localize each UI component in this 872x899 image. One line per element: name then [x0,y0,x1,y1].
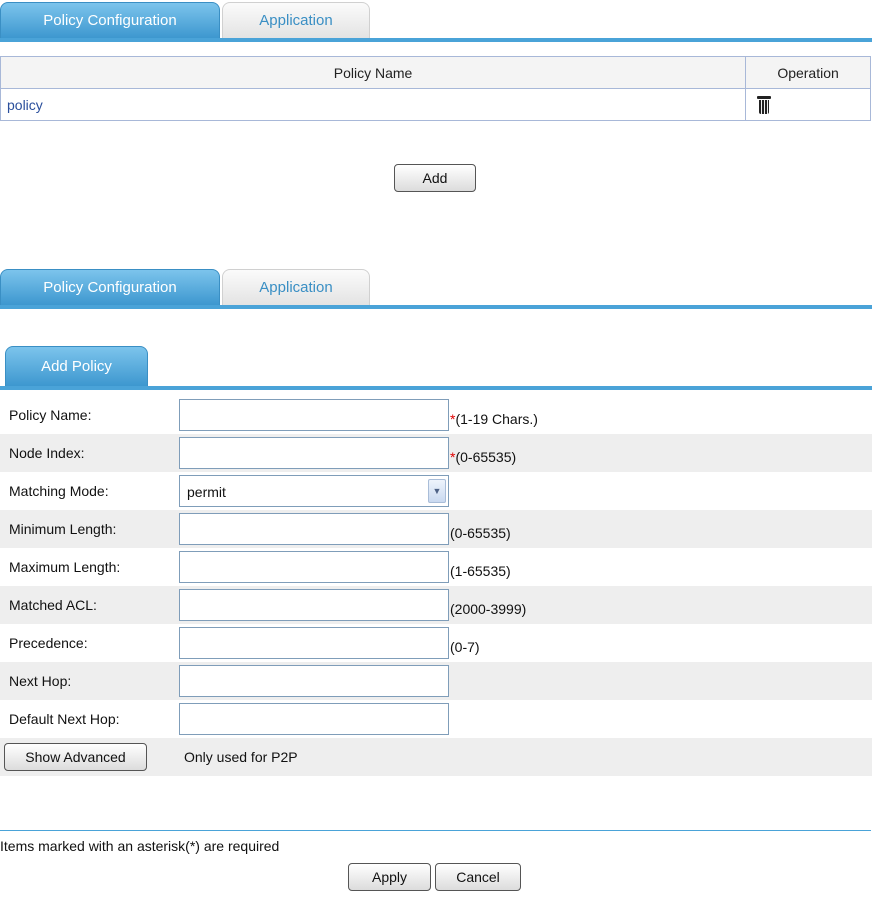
matched-acl-input[interactable] [179,589,449,621]
policy-name-hint: *(1-19 Chars.) [450,411,538,427]
tab-add-policy[interactable]: Add Policy [5,346,148,386]
table-header-row: Policy Name Operation [0,56,871,89]
form-row-default-next-hop: Default Next Hop: [0,700,872,738]
policy-table: Policy Name Operation policy [0,56,871,121]
trash-icon[interactable] [757,95,772,114]
matched-acl-hint: (2000-3999) [450,601,527,617]
form-separator [0,830,871,831]
precedence-label: Precedence: [9,635,88,651]
column-header-policy-name: Policy Name [0,56,747,89]
minimum-length-input[interactable] [179,513,449,545]
matching-mode-label: Matching Mode: [9,483,109,499]
node-index-input[interactable] [179,437,449,469]
apply-button[interactable]: Apply [348,863,431,891]
policy-name-label: Policy Name: [9,407,92,423]
matching-mode-select[interactable]: permit ▼ [179,475,449,507]
policy-name-input[interactable] [179,399,449,431]
form-row-minimum-length: Minimum Length: (0-65535) [0,510,872,548]
form-row-advanced: Show Advanced Only used for P2P [0,738,872,776]
column-header-operation: Operation [745,56,871,89]
required-note: Items marked with an asterisk(*) are req… [0,838,280,854]
bottom-tab-bar: Policy Configuration Application [0,267,872,309]
default-next-hop-input[interactable] [179,703,449,735]
tab-policy-configuration-2[interactable]: Policy Configuration [0,269,220,305]
tab-application-2[interactable]: Application [222,269,370,305]
next-hop-label: Next Hop: [9,673,72,689]
minimum-length-hint: (0-65535) [450,525,511,541]
tab-underline [0,38,872,42]
form-row-maximum-length: Maximum Length: (1-65535) [0,548,872,586]
node-index-label: Node Index: [9,445,85,461]
operation-cell [745,88,871,121]
tab-underline-2 [0,305,872,309]
default-next-hop-label: Default Next Hop: [9,711,120,727]
add-policy-form: Policy Name: *(1-19 Chars.) Node Index: … [0,396,872,776]
form-row-node-index: Node Index: *(0-65535) [0,434,872,472]
form-row-policy-name: Policy Name: *(1-19 Chars.) [0,396,872,434]
tab-application[interactable]: Application [222,2,370,38]
table-row: policy [0,88,871,121]
maximum-length-hint: (1-65535) [450,563,511,579]
maximum-length-label: Maximum Length: [9,559,121,575]
cancel-button[interactable]: Cancel [435,863,521,891]
form-row-precedence: Precedence: (0-7) [0,624,872,662]
advanced-note: Only used for P2P [184,749,298,765]
maximum-length-input[interactable] [179,551,449,583]
top-tab-bar: Policy Configuration Application [0,0,872,42]
form-row-matched-acl: Matched ACL: (2000-3999) [0,586,872,624]
add-button[interactable]: Add [394,164,476,192]
node-index-hint: *(0-65535) [450,449,517,465]
form-row-matching-mode: Matching Mode: permit ▼ [0,472,872,510]
precedence-hint: (0-7) [450,639,480,655]
matched-acl-label: Matched ACL: [9,597,97,613]
minimum-length-label: Minimum Length: [9,521,117,537]
precedence-input[interactable] [179,627,449,659]
matching-mode-value: permit [187,484,226,500]
policy-name-link[interactable]: policy [0,88,747,121]
tab-policy-configuration[interactable]: Policy Configuration [0,2,220,38]
sub-tab-bar: Add Policy [0,346,872,390]
form-row-next-hop: Next Hop: [0,662,872,700]
show-advanced-button[interactable]: Show Advanced [4,743,147,771]
chevron-down-icon[interactable]: ▼ [428,479,446,503]
next-hop-input[interactable] [179,665,449,697]
sub-tab-underline [0,386,872,390]
